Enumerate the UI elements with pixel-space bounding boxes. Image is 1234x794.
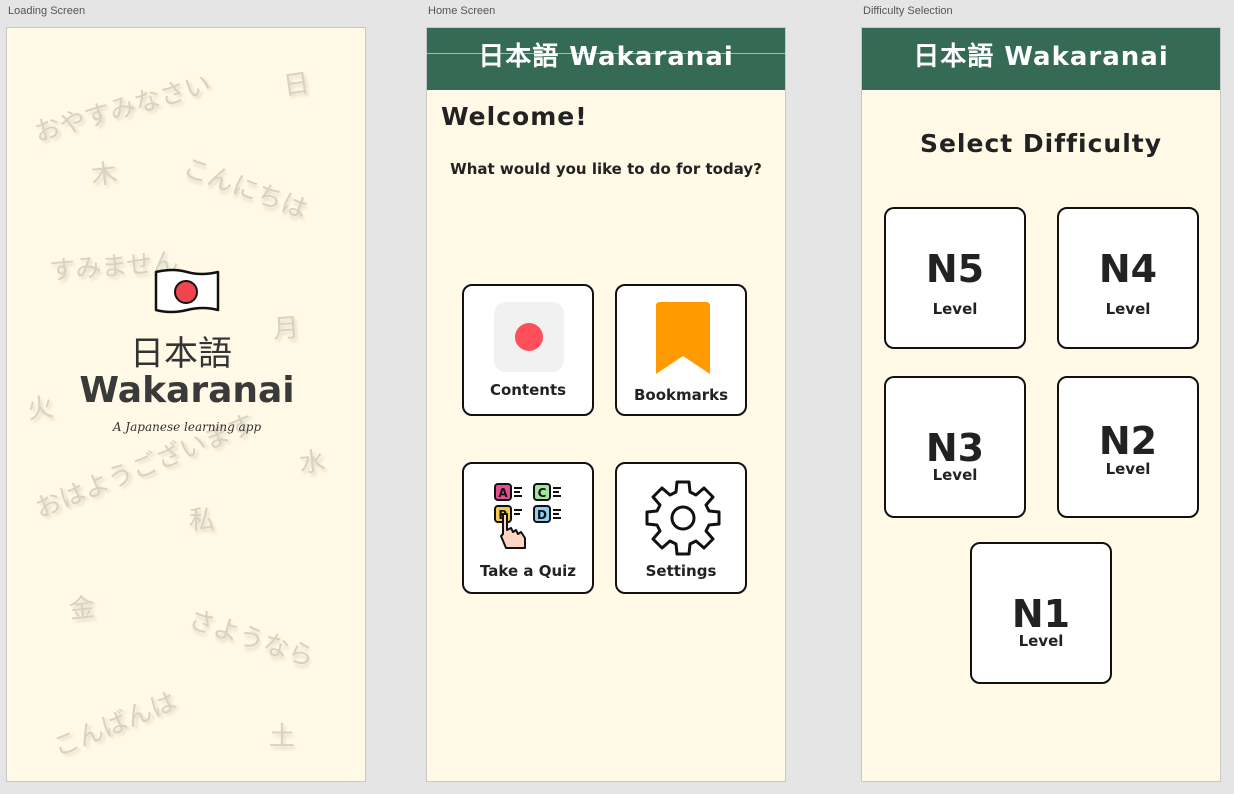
header-title: 日本語 Wakaranai bbox=[478, 42, 734, 72]
quiz-letter-d: D bbox=[537, 508, 547, 522]
red-circle-icon bbox=[494, 302, 564, 376]
level-code: N4 bbox=[1098, 247, 1158, 291]
bg-word: 木 bbox=[89, 158, 119, 192]
level-n1-button[interactable]: N1 Level bbox=[970, 542, 1112, 684]
bg-word: 私 bbox=[189, 506, 216, 536]
level-n3-button[interactable]: N3 Level bbox=[884, 376, 1026, 518]
level-word: Level bbox=[1105, 300, 1151, 318]
bookmarks-label: Bookmarks bbox=[633, 386, 729, 404]
quiz-letter-a: A bbox=[498, 486, 508, 500]
level-code: N5 bbox=[925, 247, 985, 291]
artboard-label-loading: Loading Screen bbox=[8, 5, 86, 17]
bg-word: 金 bbox=[67, 592, 97, 626]
level-code: N3 bbox=[925, 426, 985, 470]
quiz-icon: A C B D bbox=[492, 480, 568, 556]
bg-word: 水 bbox=[297, 446, 327, 480]
settings-label: Settings bbox=[645, 562, 717, 580]
contents-button[interactable]: Contents bbox=[462, 284, 594, 416]
level-word: Level bbox=[1105, 460, 1151, 478]
loading-screen: おやすみなさい 日 木 こんにちは すみません 月 火 おはようございます 水 … bbox=[6, 27, 366, 782]
level-n4-button[interactable]: N4 Level bbox=[1057, 207, 1199, 349]
level-n2-button[interactable]: N2 Level bbox=[1057, 376, 1199, 518]
japan-flag-icon bbox=[153, 268, 221, 316]
level-n5-button[interactable]: N5 Level bbox=[884, 207, 1026, 349]
bg-word: 土 bbox=[269, 722, 296, 752]
header-divider bbox=[427, 53, 785, 54]
select-difficulty-title: Select Difficulty bbox=[919, 129, 1163, 158]
logo-wakaranai: Wakaranai bbox=[79, 370, 295, 411]
bg-word: さようなら bbox=[184, 604, 318, 674]
take-quiz-button[interactable]: A C B D Take a Quiz bbox=[462, 462, 594, 594]
welcome-heading: Welcome! bbox=[441, 102, 588, 131]
level-word: Level bbox=[932, 300, 978, 318]
level-word: Level bbox=[1018, 632, 1064, 650]
level-word: Level bbox=[932, 466, 978, 484]
gear-icon bbox=[643, 478, 723, 562]
bg-word: こんにちは bbox=[178, 152, 312, 226]
tagline: A Japanese learning app bbox=[112, 420, 262, 434]
settings-button[interactable]: Settings bbox=[615, 462, 747, 594]
bookmarks-button[interactable]: Bookmarks bbox=[615, 284, 747, 416]
question-text: What would you like to do for today? bbox=[450, 160, 762, 178]
quiz-letter-c: C bbox=[538, 486, 547, 500]
artboard-label-difficulty: Difficulty Selection bbox=[863, 5, 953, 17]
header-title: 日本語 Wakaranai bbox=[913, 42, 1169, 72]
logo-japanese: 日本語 bbox=[130, 334, 232, 374]
take-quiz-label: Take a Quiz bbox=[479, 562, 577, 580]
contents-label: Contents bbox=[489, 381, 567, 399]
bg-word: おやすみなさい bbox=[31, 69, 215, 149]
app-header: 日本語 Wakaranai bbox=[862, 28, 1220, 90]
artboard-label-home: Home Screen bbox=[428, 5, 496, 17]
home-screen: 日本語 Wakaranai Welcome! What would you li… bbox=[426, 27, 786, 782]
bookmark-icon bbox=[654, 302, 712, 380]
bg-word: 日 bbox=[281, 68, 312, 102]
difficulty-screen: 日本語 Wakaranai Select Difficulty N5 Level… bbox=[861, 27, 1221, 782]
app-header: 日本語 Wakaranai bbox=[427, 28, 785, 90]
bg-word: こんばんは bbox=[49, 686, 181, 764]
level-code: N2 bbox=[1098, 419, 1158, 463]
level-code: N1 bbox=[1011, 592, 1071, 636]
